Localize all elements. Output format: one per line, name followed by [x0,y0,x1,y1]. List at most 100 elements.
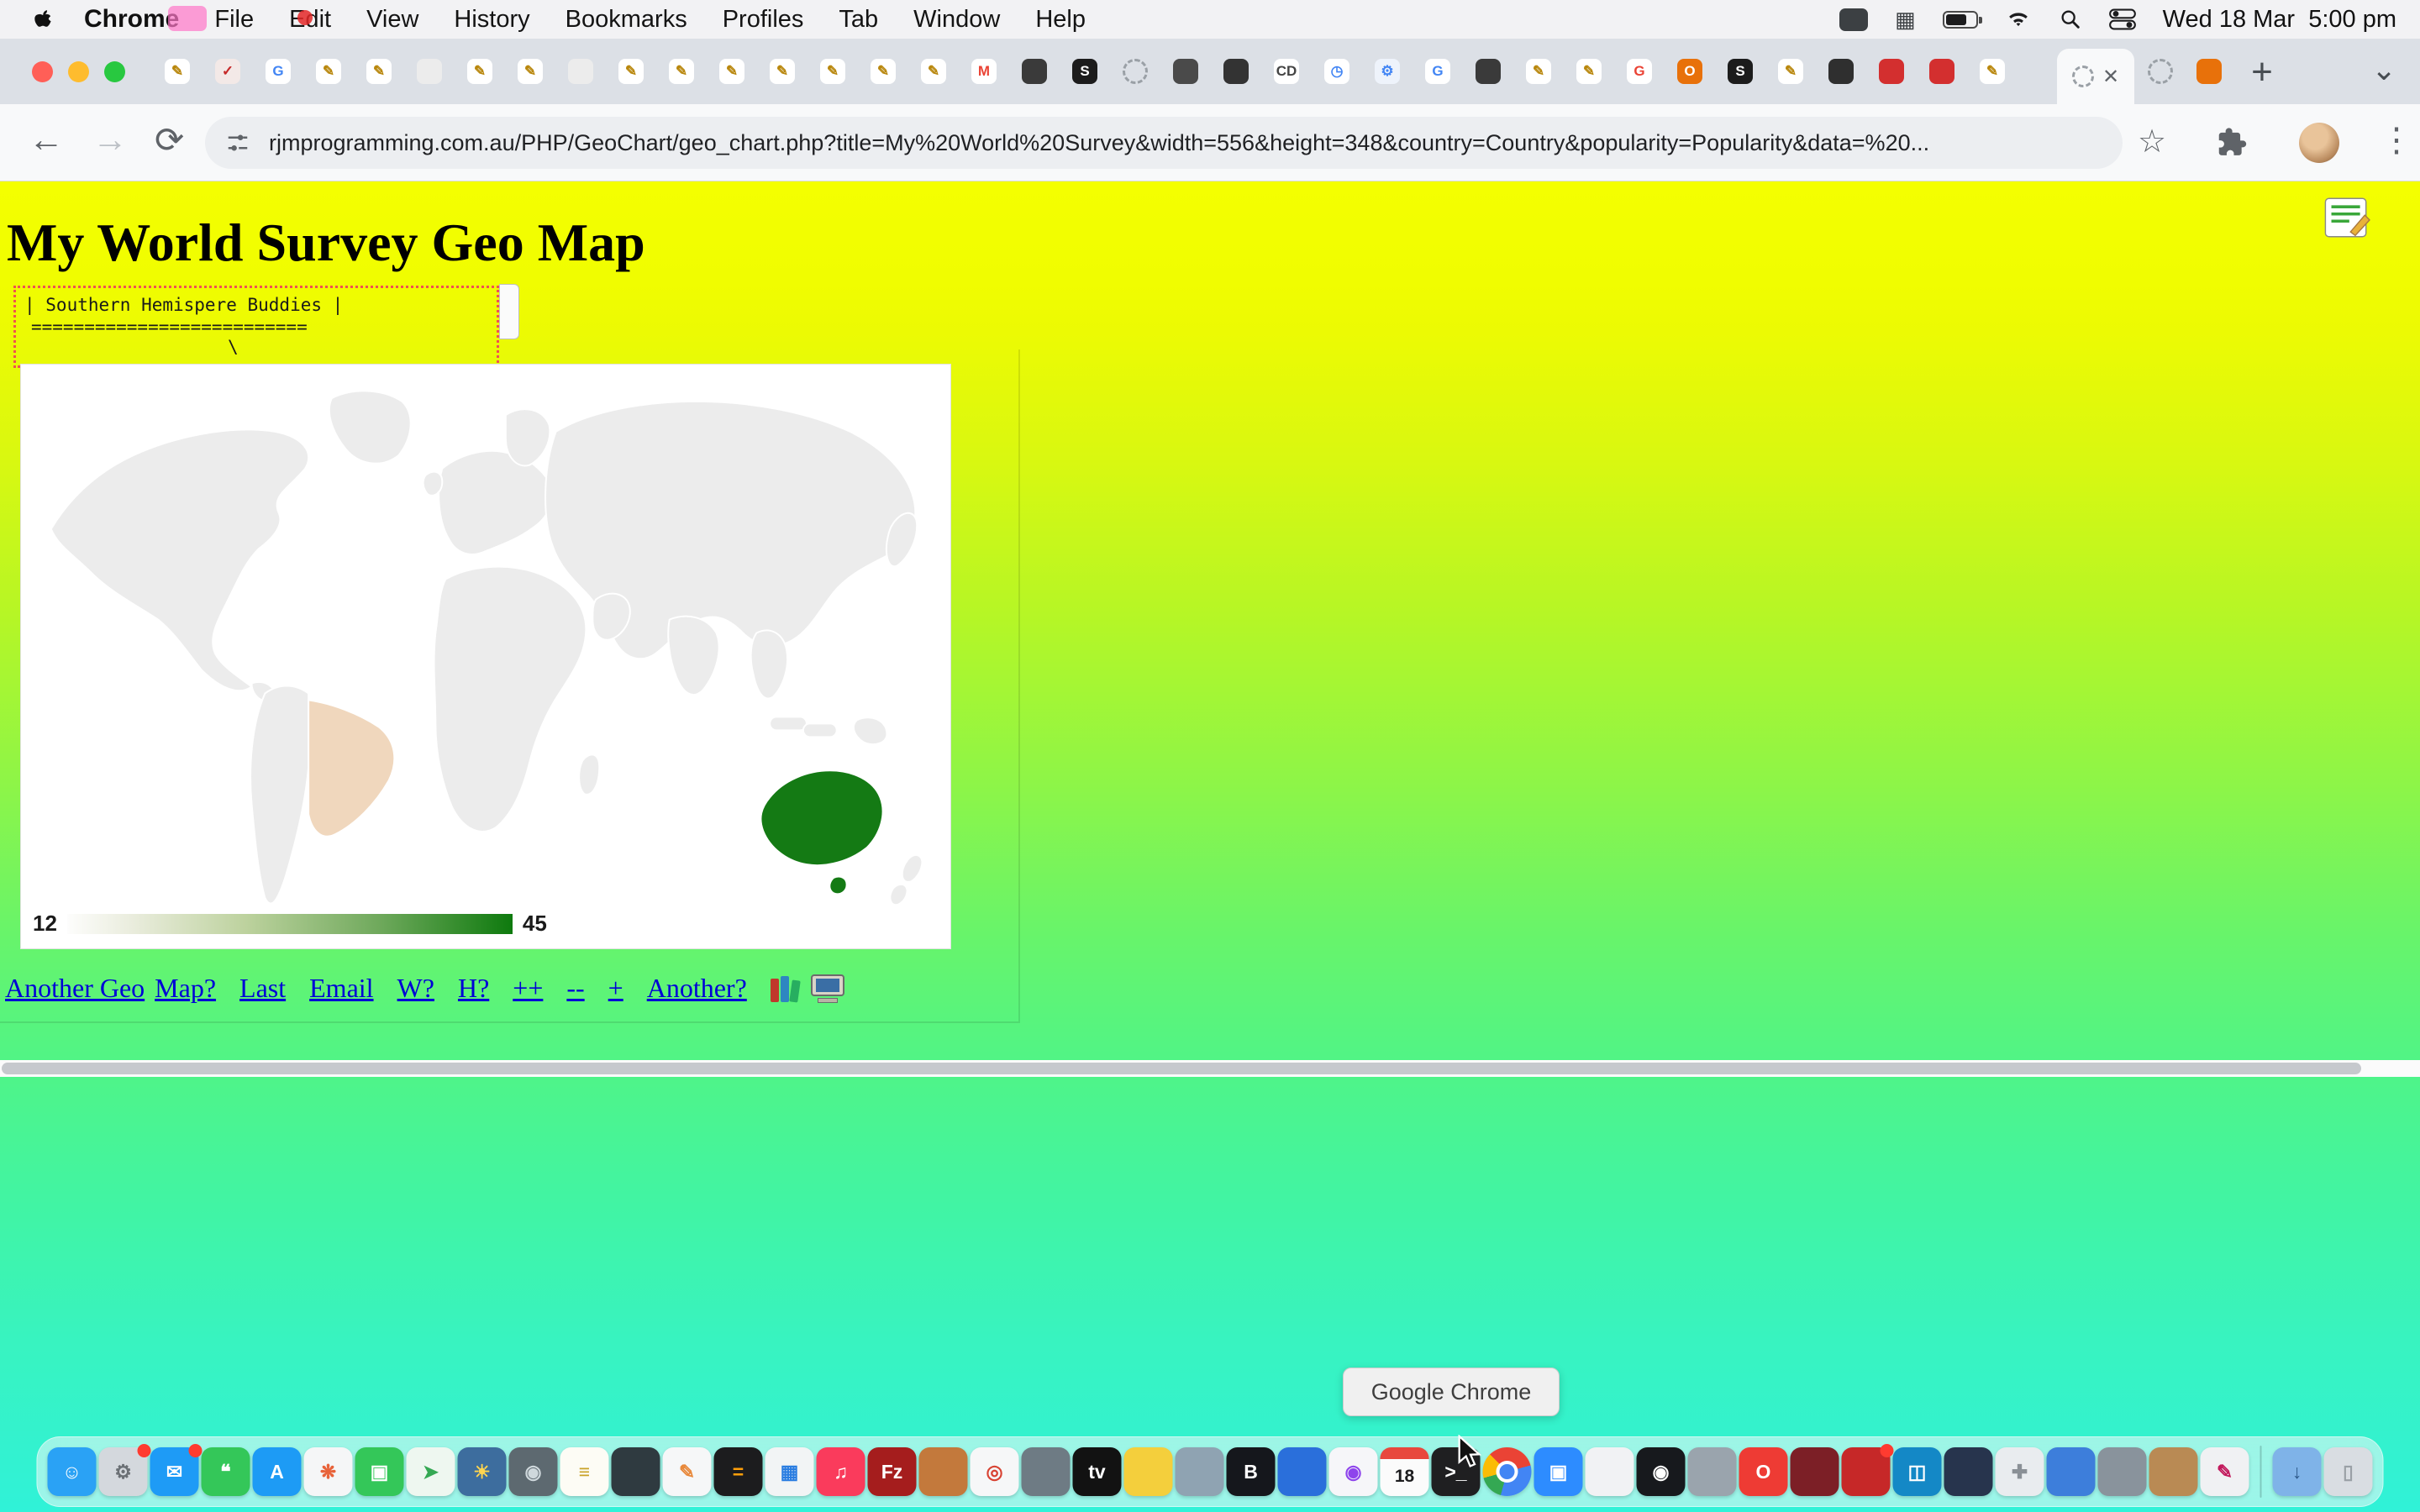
tab-red[interactable] [1879,59,1904,84]
dock-app-store-icon[interactable]: A [253,1447,302,1496]
dock-news-reader-icon[interactable]: ◎ [971,1447,1019,1496]
dock-docker-icon[interactable]: ◫ [1893,1447,1942,1496]
tab-pen[interactable]: ✎ [820,59,845,84]
extensions-icon[interactable] [2215,126,2247,162]
dock-facetime-icon[interactable]: ▣ [355,1447,404,1496]
spotlight-search-icon[interactable] [2059,8,2082,31]
tab-s-dark[interactable]: S [1072,59,1097,84]
tab-pen[interactable]: ✎ [618,59,644,84]
menu-clock[interactable]: Wed 18 Mar 5:00 pm [2163,6,2396,34]
dock-gray-paw-app-icon[interactable] [1688,1447,1737,1496]
tab-blank[interactable] [417,59,442,84]
tab-blank[interactable] [568,59,593,84]
minimize-window-button[interactable] [68,61,89,82]
tab-gmail[interactable]: M [971,59,997,84]
world-map[interactable] [21,365,950,948]
menu-help[interactable]: Help [1035,6,1086,34]
horizontal-scrollbar-thumb[interactable] [2,1063,2361,1074]
apple-menu-icon[interactable] [34,8,52,30]
dock-finder-icon[interactable]: ☺ [48,1447,97,1496]
browser-menu-icon[interactable]: ⋮ [2380,121,2413,160]
tab-pen[interactable]: ✎ [719,59,744,84]
dock-notes-icon[interactable]: ≡ [560,1447,609,1496]
dock-photo-booth-icon[interactable]: ◉ [509,1447,558,1496]
tab-orange[interactable] [2196,59,2222,84]
map-country-brazil[interactable] [308,700,394,836]
menu-app-name[interactable]: Chrome [84,5,179,34]
tab-pen[interactable]: ✎ [518,59,543,84]
horizontal-scrollbar[interactable] [0,1060,2420,1077]
dock-apple-tv-icon[interactable]: tv [1073,1447,1122,1496]
tab-dark[interactable] [1022,59,1047,84]
tab-red[interactable] [1929,59,1954,84]
link-map?[interactable]: Map? [155,973,216,1004]
tab-search-chevron-icon[interactable]: ⌄ [2371,52,2396,87]
dock-opera-icon[interactable]: O [1739,1447,1788,1496]
fullscreen-window-button[interactable] [104,61,125,82]
tab-pen[interactable]: ✎ [871,59,896,84]
dock-weather-icon[interactable]: ☀ [458,1447,507,1496]
dock-gray-app-icon[interactable] [2098,1447,2147,1496]
tab-pen[interactable]: ✎ [770,59,795,84]
dock-keynote-icon[interactable]: ▦ [765,1447,814,1496]
dock-github-icon[interactable]: ◉ [1637,1447,1686,1496]
tab-google[interactable]: G [1425,59,1450,84]
dock-podcasts-icon[interactable]: ◉ [1329,1447,1378,1496]
tab-pen[interactable]: ✎ [1526,59,1551,84]
menu-tab[interactable]: Tab [839,6,878,34]
dock-cad-app-icon[interactable]: ✚ [1996,1447,2044,1496]
tab-pen[interactable]: ✎ [165,59,190,84]
dock-orange-app-icon[interactable] [919,1447,968,1496]
dock-maps-icon[interactable]: ➤ [407,1447,455,1496]
menu-file[interactable]: File [214,6,254,34]
link-++[interactable]: ++ [513,973,543,1004]
menu-history[interactable]: History [454,6,529,34]
tab-dark[interactable] [1223,59,1249,84]
tab-orange-o[interactable]: O [1677,59,1702,84]
dock-paint-app-icon[interactable]: ✎ [2201,1447,2249,1496]
dock-dark-red-app-icon[interactable] [1791,1447,1839,1496]
dock-music-icon[interactable]: ♫ [817,1447,865,1496]
dock-photos-icon[interactable]: ❋ [304,1447,353,1496]
computer-icon[interactable] [809,974,846,1003]
tab-google[interactable]: G [266,59,291,84]
tab-google[interactable]: G [1627,59,1652,84]
input-source-icon[interactable] [1839,8,1868,31]
new-tab-button[interactable]: + [2237,50,2287,94]
dock-zoom-icon[interactable]: ▣ [1534,1447,1583,1496]
tab-dark[interactable] [1173,59,1198,84]
dock-yellow-app-icon[interactable] [1124,1447,1173,1496]
dock-dictionary-icon[interactable] [612,1447,660,1496]
tab-settings[interactable]: ⚙ [1375,59,1400,84]
dock-gray-utility-icon[interactable] [1022,1447,1071,1496]
dock-white-app-icon[interactable] [1586,1447,1634,1496]
address-bar[interactable]: rjmprogramming.com.au/PHP/GeoChart/geo_c… [205,117,2123,169]
dock-filezilla-icon[interactable]: Fz [868,1447,917,1496]
link-h?[interactable]: H? [458,973,489,1004]
profile-avatar[interactable] [2299,123,2339,163]
tab-s-dark[interactable]: S [1728,59,1753,84]
menu-profiles[interactable]: Profiles [723,6,804,34]
dock-blue-gray-app-icon[interactable] [1176,1447,1224,1496]
tab-pen[interactable]: ✎ [1778,59,1803,84]
tab-history[interactable]: ◷ [1324,59,1349,84]
dock-settings-icon[interactable]: ⚙ [99,1447,148,1496]
bookmark-star-icon[interactable]: ☆ [2138,123,2166,160]
tab-pen[interactable]: ✎ [366,59,392,84]
dock-calculator-icon[interactable]: = [714,1447,763,1496]
tab-dashed[interactable] [2148,59,2173,84]
dock-trash-icon[interactable]: ▯ [2324,1447,2373,1496]
dock-blue-browser-icon[interactable] [1278,1447,1327,1496]
books-icon[interactable] [771,975,801,1002]
tab-close-icon[interactable]: ✕ [2102,65,2119,89]
wifi-icon[interactable] [2005,8,2032,30]
active-tab[interactable]: ✕ [2057,49,2134,104]
dock-blue-app-icon[interactable] [2047,1447,2096,1496]
grid-menu-icon[interactable]: ▦ [1895,7,1916,33]
link---[interactable]: -- [566,973,584,1004]
menu-bookmarks[interactable]: Bookmarks [566,6,687,34]
dock-calendar-icon[interactable]: 18 [1381,1447,1429,1496]
tab-pen[interactable]: ✎ [467,59,492,84]
link-email[interactable]: Email [309,973,373,1004]
dock-chrome-icon[interactable] [1483,1447,1532,1496]
